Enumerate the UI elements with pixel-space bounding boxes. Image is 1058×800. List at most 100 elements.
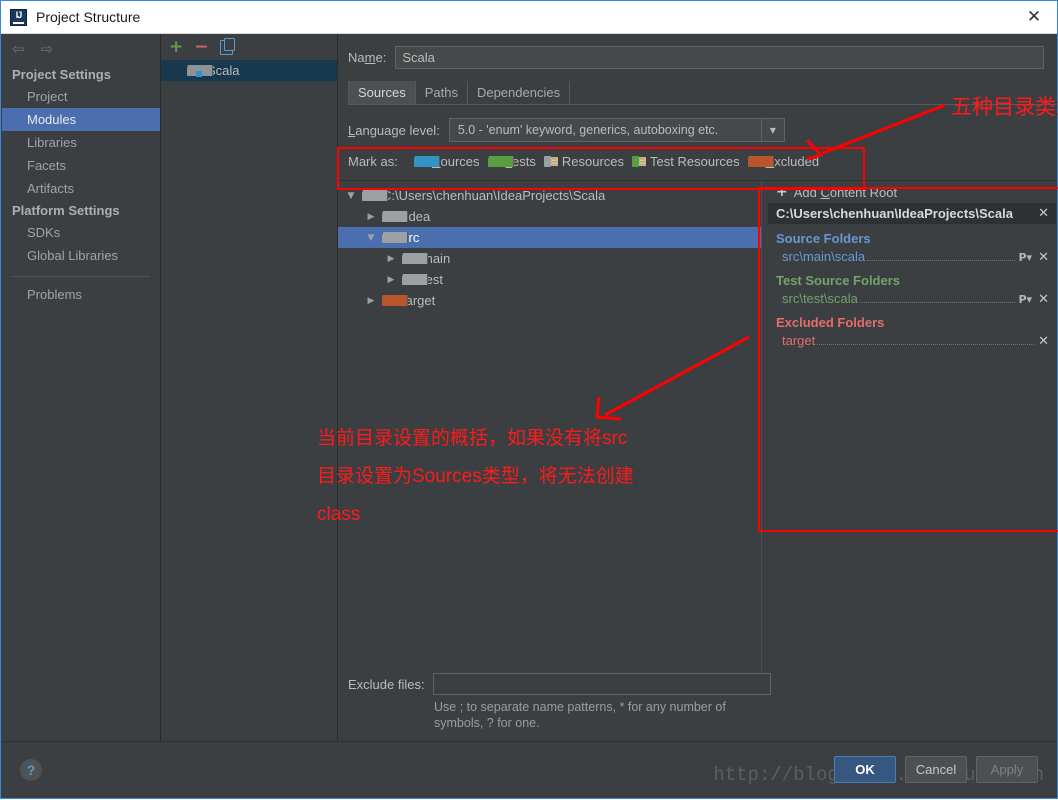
- sidebar-item-sdks[interactable]: SDKs: [2, 221, 160, 244]
- mark-as-excluded-button[interactable]: Excluded: [747, 154, 820, 169]
- sidebar-item-modules[interactable]: Modules: [2, 108, 160, 131]
- cancel-button[interactable]: Cancel: [905, 756, 967, 783]
- tree-row-test[interactable]: ▶ test: [338, 269, 761, 290]
- source-folder-row[interactable]: src\main\scala P▾ ✕: [768, 248, 1056, 266]
- test-source-folder-path: src\test\scala: [782, 291, 858, 306]
- tree-row-target[interactable]: ▶ target: [338, 290, 761, 311]
- sidebar-divider: [12, 276, 150, 277]
- tree-row-src[interactable]: ▼ src: [338, 227, 761, 248]
- content-root-path: C:\Users\chenhuan\IdeaProjects\Scala: [776, 206, 1013, 221]
- window-title: Project Structure: [36, 9, 141, 25]
- mark-as-row: Mark as: Sources Tests R: [338, 142, 1056, 180]
- mark-as-tests-button[interactable]: Tests: [487, 154, 536, 169]
- folder-green-icon: [487, 156, 514, 167]
- sidebar-item-artifacts[interactable]: Artifacts: [2, 177, 160, 200]
- back-arrow-icon[interactable]: ⇦: [12, 41, 25, 57]
- directory-tree: ▼ C:\Users\chenhuan\IdeaProjects\Scala ▶…: [338, 181, 761, 673]
- chevron-expanded-icon[interactable]: ▼: [346, 191, 356, 201]
- exclude-files-row: Exclude files:: [348, 673, 1044, 695]
- sidebar-nav-arrows: ⇦ ⇨: [2, 34, 160, 64]
- excluded-folder-path: target: [782, 333, 816, 348]
- mark-as-test-resources-label: Test Resources: [650, 154, 740, 169]
- sidebar-item-problems[interactable]: Problems: [2, 283, 160, 306]
- intellij-idea-icon: [10, 8, 27, 26]
- test-source-folder-row[interactable]: src\test\scala P▾ ✕: [768, 290, 1056, 308]
- content-root-header: C:\Users\chenhuan\IdeaProjects\Scala ✕: [768, 203, 1056, 224]
- remove-source-folder-icon[interactable]: ✕: [1038, 251, 1049, 264]
- sidebar-item-libraries[interactable]: Libraries: [2, 131, 160, 154]
- help-icon[interactable]: ?: [20, 758, 42, 781]
- folder-test-resources-icon: [632, 156, 647, 167]
- module-name-input[interactable]: Scala: [395, 46, 1044, 69]
- pane-splitter[interactable]: [761, 181, 768, 673]
- excluded-folders-title: Excluded Folders: [776, 315, 885, 330]
- sidebar-group-project-settings: Project Settings: [12, 67, 111, 82]
- package-prefix-button[interactable]: P▾: [1019, 251, 1033, 264]
- tab-dependencies[interactable]: Dependencies: [468, 81, 571, 104]
- dotted-leader: [817, 334, 1035, 345]
- forward-arrow-icon[interactable]: ⇨: [41, 41, 54, 57]
- module-editor-pane: Name: Scala Sources Paths Dependencies L…: [338, 34, 1056, 741]
- exclude-files-hint: Use ; to separate name patterns, * for a…: [434, 700, 726, 730]
- add-module-icon[interactable]: +: [169, 38, 183, 56]
- tree-row-idea[interactable]: ▶ .idea: [338, 206, 761, 227]
- project-structure-dialog: Project Structure ✕ ⇦ ⇨ Project Settings…: [0, 0, 1058, 799]
- dotted-leader: [867, 250, 1015, 261]
- mark-as-sources-button[interactable]: Sources: [413, 154, 480, 169]
- chevron-down-icon[interactable]: ▼: [760, 119, 784, 141]
- window-titlebar: Project Structure ✕: [1, 1, 1057, 34]
- language-level-row: Language level: 5.0 - 'enum' keyword, ge…: [338, 105, 1056, 142]
- module-list-toolbar: + −: [161, 34, 337, 60]
- tree-row-project-root[interactable]: ▼ C:\Users\chenhuan\IdeaProjects\Scala: [338, 185, 761, 206]
- remove-content-root-icon[interactable]: ✕: [1038, 207, 1049, 220]
- folder-grey-icon: [382, 232, 408, 243]
- copy-module-icon[interactable]: [219, 37, 235, 55]
- folder-grey-icon: [362, 190, 388, 201]
- tree-row-main[interactable]: ▶ main: [338, 248, 761, 269]
- add-content-root-button[interactable]: + Add Content Root: [768, 181, 1056, 203]
- module-list-panel: + − Scala: [161, 34, 338, 741]
- folder-orange-icon: [747, 156, 774, 167]
- chevron-collapsed-icon[interactable]: ▶: [366, 296, 376, 306]
- folder-resources-icon: [543, 156, 558, 167]
- mark-as-excluded-label: Excluded: [766, 154, 820, 169]
- chevron-collapsed-icon[interactable]: ▶: [386, 275, 396, 285]
- sidebar-item-global-libraries[interactable]: Global Libraries: [2, 244, 160, 267]
- exclude-files-input[interactable]: [432, 673, 771, 695]
- source-folders-title: Source Folders: [776, 231, 871, 246]
- excluded-folder-row[interactable]: target ✕: [768, 332, 1056, 350]
- tab-paths[interactable]: Paths: [416, 81, 468, 104]
- package-prefix-button[interactable]: P▾: [1019, 293, 1033, 306]
- sidebar-item-project[interactable]: Project: [2, 85, 160, 108]
- chevron-collapsed-icon[interactable]: ▶: [386, 254, 396, 264]
- source-folder-path: src\main\scala: [782, 249, 866, 264]
- module-list-item-scala[interactable]: Scala: [161, 60, 337, 81]
- apply-button[interactable]: Apply: [976, 756, 1038, 783]
- language-level-select[interactable]: 5.0 - 'enum' keyword, generics, autoboxi…: [448, 118, 785, 142]
- remove-excluded-folder-icon[interactable]: ✕: [1038, 335, 1049, 348]
- chevron-collapsed-icon[interactable]: ▶: [366, 212, 376, 222]
- ok-button[interactable]: OK: [834, 756, 896, 783]
- add-content-root-label: Add Content Root: [793, 184, 898, 200]
- chevron-expanded-icon[interactable]: ▼: [366, 233, 376, 243]
- folder-grey-icon: [382, 211, 408, 222]
- mark-as-test-resources-button[interactable]: Test Resources: [632, 154, 740, 169]
- mark-as-resources-label: Resources: [561, 154, 625, 169]
- settings-sidebar: ⇦ ⇨ Project Settings Project Modules Lib…: [2, 34, 161, 741]
- language-level-value: 5.0 - 'enum' keyword, generics, autoboxi…: [457, 123, 719, 137]
- sidebar-item-facets[interactable]: Facets: [2, 154, 160, 177]
- mark-as-label: Mark as:: [348, 154, 398, 169]
- plus-icon: +: [776, 184, 788, 200]
- dialog-footer: ? http://blog.csdn.net/huanchen OK Cance…: [2, 741, 1056, 797]
- close-icon[interactable]: ✕: [1011, 1, 1057, 33]
- exclude-files-label: Exclude files:: [348, 676, 425, 692]
- tab-sources[interactable]: Sources: [348, 81, 416, 104]
- remove-module-icon[interactable]: −: [194, 38, 208, 56]
- content-roots-panel: + Add Content Root C:\Users\chenhuan\Ide…: [768, 181, 1056, 673]
- folder-blue-icon: [413, 156, 440, 167]
- mark-as-resources-button[interactable]: Resources: [543, 154, 625, 169]
- remove-test-source-folder-icon[interactable]: ✕: [1038, 293, 1049, 306]
- module-name-row: Name: Scala: [338, 34, 1056, 69]
- tree-label: C:\Users\chenhuan\IdeaProjects\Scala: [382, 188, 606, 203]
- language-level-label: Language level:: [348, 122, 440, 138]
